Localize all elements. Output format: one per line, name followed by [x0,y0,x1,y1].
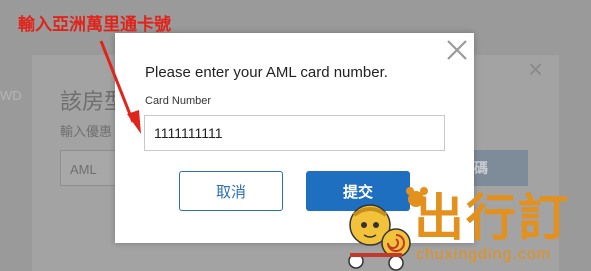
close-icon[interactable] [443,36,471,64]
annotation-label: 輸入亞洲萬里通卡號 [18,15,171,34]
watermark-name: 出行訂 [414,190,570,246]
background-input-value: AML [70,162,97,177]
annotation-arrow-icon [99,40,141,134]
cancel-button[interactable]: 取消 [179,171,283,211]
modal-title: Please enter your AML card number. [145,64,388,81]
background-side-text: WD [0,88,22,103]
card-number-input[interactable] [144,115,445,151]
background-close-icon: × [528,54,544,84]
watermark-url: chuxingding.com [416,246,552,263]
card-number-label: Card Number [145,95,212,107]
